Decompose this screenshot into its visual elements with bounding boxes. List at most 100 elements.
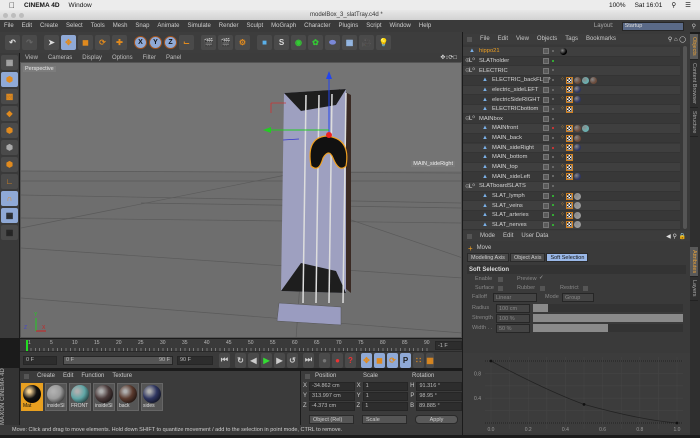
- material-tag-icon[interactable]: [574, 144, 581, 152]
- y-axis-lock-button[interactable]: Y: [149, 36, 162, 49]
- texture-tag-icon[interactable]: [566, 211, 573, 219]
- render-dot[interactable]: [552, 175, 554, 178]
- viewport-menu-filter[interactable]: Filter: [143, 55, 156, 61]
- surface-checkbox[interactable]: [498, 286, 503, 291]
- object-row[interactable]: ▲ MAIN_bottom ⁘: [463, 153, 680, 163]
- material-tag-icon[interactable]: [574, 173, 581, 181]
- object-name[interactable]: ELECTRIC: [479, 68, 508, 74]
- visibility-checkbox[interactable]: [543, 193, 549, 200]
- tab-soft-selection[interactable]: Soft Selection: [546, 253, 589, 262]
- menu-help[interactable]: Help: [419, 23, 431, 29]
- workplane-icon[interactable]: ◆: [1, 106, 18, 121]
- texture-tag-icon[interactable]: [566, 86, 573, 94]
- curve-point[interactable]: [582, 403, 586, 406]
- object-name[interactable]: MAIN_back: [492, 135, 522, 141]
- render-dot[interactable]: [552, 194, 554, 197]
- render-dot[interactable]: [552, 88, 554, 91]
- menu-render[interactable]: Render: [219, 23, 239, 29]
- texture-tag-icon[interactable]: [566, 76, 573, 84]
- tab-modeling-axis[interactable]: Modeling Axis: [467, 253, 509, 262]
- tab-attributes[interactable]: Attributes: [690, 246, 698, 278]
- visibility-checkbox[interactable]: [543, 57, 549, 64]
- material-menu-texture[interactable]: Texture: [112, 373, 132, 379]
- material-menu-function[interactable]: Function: [81, 373, 104, 379]
- mac-menu-window[interactable]: Window: [69, 2, 92, 9]
- phong-tag-icon[interactable]: ⁘: [560, 173, 565, 179]
- render-dot[interactable]: [552, 204, 554, 207]
- rubber-checkbox[interactable]: [540, 286, 545, 291]
- key-pla-icon[interactable]: ∷: [413, 352, 424, 368]
- width-field[interactable]: 50 %: [496, 324, 530, 333]
- position-field[interactable]: -34.862 cm: [309, 381, 355, 391]
- menu-plugins[interactable]: Plugins: [339, 23, 359, 29]
- render-dot[interactable]: [552, 98, 554, 101]
- object-row[interactable]: ▲ SLAT_veins ⁘: [463, 201, 680, 211]
- search-icon[interactable]: ⚲: [692, 23, 696, 30]
- scale-field[interactable]: 1: [362, 381, 409, 391]
- render-dot[interactable]: [552, 78, 554, 81]
- workplane-lock-icon[interactable]: ▦: [1, 208, 18, 223]
- coordinate-mode-select[interactable]: Object (Rel): [309, 415, 354, 424]
- object-name[interactable]: ELECTRIC_backFLAP: [492, 77, 551, 83]
- viewport-menu-cameras[interactable]: Cameras: [48, 55, 72, 61]
- phong-tag-icon[interactable]: ⁘: [560, 202, 565, 208]
- object-name[interactable]: MAINfront: [492, 125, 518, 131]
- object-row[interactable]: ▲ MAINfront ⁘: [463, 124, 680, 134]
- timeline-icon[interactable]: ▦: [426, 352, 434, 368]
- render-dot[interactable]: [552, 156, 554, 159]
- menu-snap[interactable]: Snap: [135, 23, 149, 29]
- strength-slider[interactable]: [533, 314, 683, 322]
- visibility-checkbox[interactable]: [543, 154, 549, 161]
- material-swatch[interactable]: insideSl: [93, 383, 115, 411]
- rotation-field[interactable]: 91.316 °: [416, 381, 463, 391]
- texture-tag-icon[interactable]: [566, 105, 573, 113]
- texture-tag-icon[interactable]: [566, 202, 573, 210]
- record-icon[interactable]: ●: [319, 352, 330, 368]
- menu-file[interactable]: File: [4, 23, 14, 29]
- object-row[interactable]: ▲ MAIN_sideLeft ⁘: [463, 172, 680, 183]
- menu-sculpt[interactable]: Sculpt: [246, 23, 263, 29]
- object-name[interactable]: SLAT_nerves: [492, 222, 527, 228]
- material-tag-icon[interactable]: [574, 76, 581, 84]
- object-row[interactable]: ▲ MAIN_top ⁘: [463, 162, 680, 173]
- material-tag-icon[interactable]: [574, 211, 581, 219]
- key-parameter-icon[interactable]: P: [400, 352, 411, 368]
- phong-tag-icon[interactable]: ⁘: [560, 154, 565, 160]
- frame-range-slider[interactable]: 0 F 90 F: [63, 355, 173, 365]
- tab-object-axis[interactable]: Object Axis: [509, 253, 546, 262]
- texture-tag-icon[interactable]: [566, 144, 573, 152]
- curve-point[interactable]: [675, 421, 679, 425]
- object-row[interactable]: ⊕ L⁰ SLATholder: [463, 57, 680, 67]
- undo-icon[interactable]: ↶: [5, 35, 20, 50]
- object-name[interactable]: SLAT_veins: [492, 203, 523, 209]
- model-mode-icon[interactable]: ⬢: [1, 72, 18, 87]
- go-to-end-icon[interactable]: ⏭: [303, 352, 314, 368]
- phong-tag-icon[interactable]: ⁘: [560, 144, 565, 150]
- object-name[interactable]: hippo21: [479, 48, 500, 54]
- material-swatch[interactable]: insideSl: [45, 383, 67, 411]
- edges-mode-icon[interactable]: ⬢: [1, 140, 18, 155]
- menu-simulate[interactable]: Simulate: [187, 23, 210, 29]
- phong-tag-icon[interactable]: ⁘: [560, 164, 565, 170]
- restrict-checkbox[interactable]: [583, 286, 588, 291]
- phong-tag-icon[interactable]: ⁘: [560, 96, 565, 102]
- next-frame-icon[interactable]: ▶: [274, 352, 285, 368]
- material-swatch[interactable]: FRONT: [69, 383, 91, 411]
- phong-tag-icon[interactable]: ⁘: [560, 86, 565, 92]
- viewport-menu-view[interactable]: View: [25, 55, 38, 61]
- rotate-tool-icon[interactable]: ⟳: [95, 35, 110, 50]
- start-frame-field[interactable]: 0 F: [23, 355, 57, 365]
- move-tool-icon[interactable]: ✥: [61, 35, 76, 50]
- material-tag-icon[interactable]: [582, 76, 589, 84]
- menu-mograph[interactable]: MoGraph: [271, 23, 296, 29]
- subdivision-icon[interactable]: ◉: [291, 35, 306, 50]
- render-dot[interactable]: [552, 136, 554, 139]
- visibility-checkbox[interactable]: [543, 221, 549, 228]
- material-menu-create[interactable]: Create: [37, 373, 55, 379]
- object-name[interactable]: SLATboardSLATS: [479, 183, 526, 189]
- previous-key-icon[interactable]: ↻: [235, 352, 246, 368]
- object-row[interactable]: ▲ SLAT_lymph ⁘: [463, 192, 680, 202]
- coordinate-system-icon[interactable]: ⌙: [179, 35, 194, 50]
- previous-frame-icon[interactable]: ◀: [248, 352, 259, 368]
- material-swatch[interactable]: back: [117, 383, 139, 411]
